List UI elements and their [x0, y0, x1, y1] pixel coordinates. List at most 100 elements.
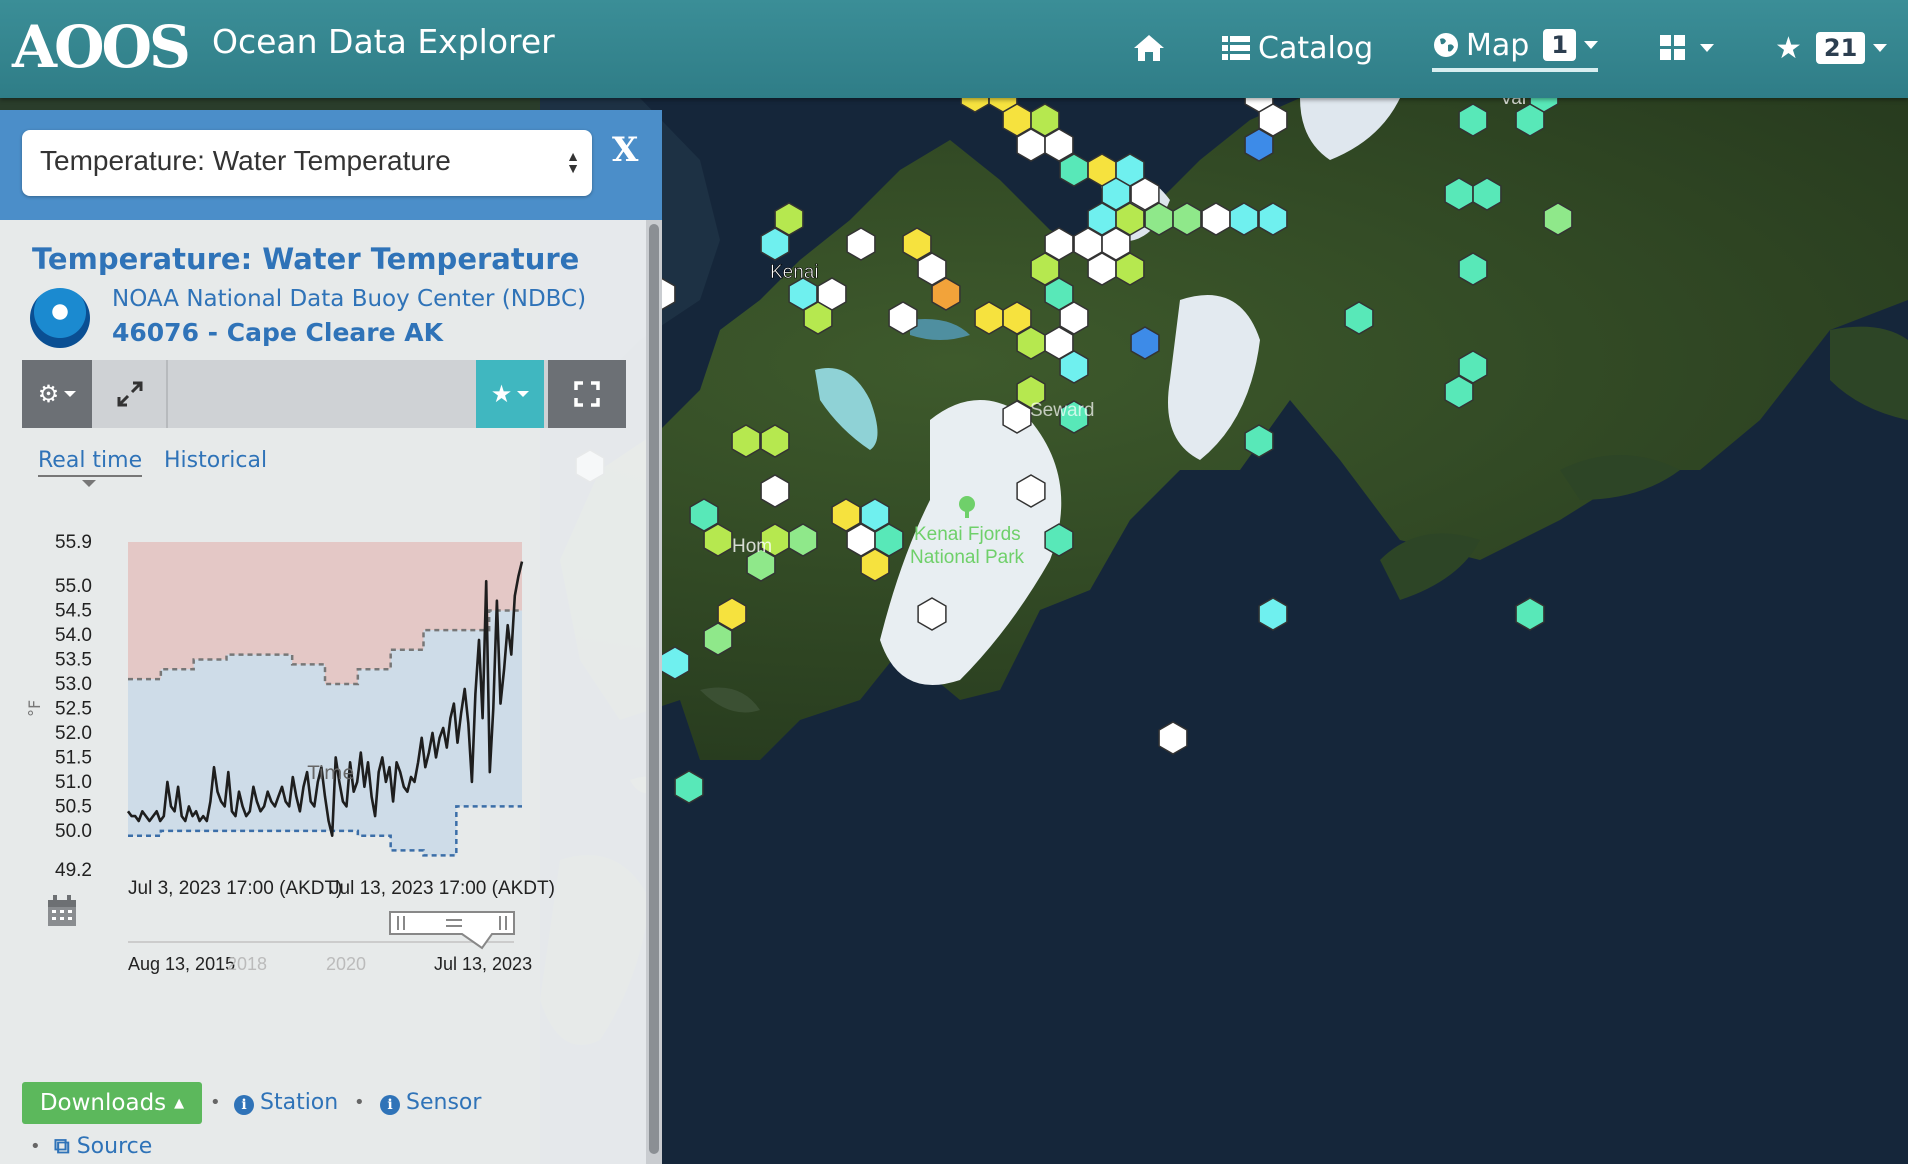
panel-header: Temperature: Water Temperature ▲ ▼ X [0, 110, 662, 220]
provider-link[interactable]: NOAA National Data Buoy Center (NDBC) [112, 286, 586, 312]
nav-home[interactable] [1132, 24, 1166, 72]
close-panel-button[interactable]: X [612, 130, 638, 170]
station-marker[interactable] [1130, 326, 1160, 360]
station-marker[interactable] [760, 424, 790, 458]
panel-scrollbar[interactable] [646, 220, 662, 1164]
y-tick-label: 50.0 [55, 821, 92, 842]
separator-dot: • [210, 1092, 221, 1113]
source-link[interactable]: ⧉ Source [54, 1134, 152, 1159]
aoos-logo[interactable]: AOOS [12, 12, 191, 82]
station-marker[interactable] [760, 227, 790, 261]
station-marker[interactable] [1002, 400, 1032, 434]
station-info-link[interactable]: i Station [234, 1090, 338, 1115]
station-marker[interactable] [931, 277, 961, 311]
station-marker[interactable] [660, 646, 690, 680]
gear-icon: ⚙ [37, 380, 60, 408]
separator-dot: • [354, 1092, 365, 1113]
station-marker[interactable] [1444, 375, 1474, 409]
station-marker[interactable] [1002, 301, 1032, 335]
station-marker[interactable] [1087, 252, 1117, 286]
noaa-logo [30, 288, 90, 348]
station-marker[interactable] [1543, 202, 1573, 236]
station-marker[interactable] [1016, 128, 1046, 162]
chevron-down-icon [1873, 44, 1888, 52]
grid-icon [1660, 35, 1685, 60]
station-marker[interactable] [1244, 424, 1274, 458]
temperature-chart[interactable]: 55.955.054.554.053.553.052.552.051.551.0… [22, 502, 632, 1132]
expand-icon [117, 381, 143, 407]
station-marker[interactable] [731, 424, 761, 458]
y-axis-label: °F [25, 700, 44, 717]
station-marker[interactable] [860, 548, 890, 582]
station-marker[interactable] [1472, 177, 1502, 211]
x-tick-label: Jul 3, 2023 17:00 (AKDT) [128, 878, 342, 899]
station-marker[interactable] [1229, 202, 1259, 236]
list-icon [1222, 36, 1250, 60]
station-marker[interactable] [1059, 153, 1089, 187]
source-link-label: Source [76, 1134, 153, 1159]
station-marker[interactable] [1144, 202, 1174, 236]
station-marker[interactable] [888, 301, 918, 335]
range-tick-2020: 2020 [326, 954, 366, 974]
calendar-icon[interactable] [48, 895, 76, 926]
station-marker[interactable] [1258, 597, 1288, 631]
favorite-button[interactable]: ★ [476, 360, 544, 428]
station-marker[interactable] [1258, 202, 1288, 236]
station-marker[interactable] [1016, 474, 1046, 508]
sensor-info-link[interactable]: i Sensor [380, 1090, 481, 1115]
station-marker[interactable] [1044, 523, 1074, 557]
station-marker[interactable] [1515, 597, 1545, 631]
station-marker[interactable] [760, 474, 790, 508]
station-marker[interactable] [1344, 301, 1374, 335]
y-tick-label: 52.0 [55, 723, 92, 744]
station-marker[interactable] [1115, 252, 1145, 286]
station-marker[interactable] [788, 523, 818, 557]
station-name[interactable]: 46076 - Cape Cleare AK [112, 318, 443, 347]
info-icon: i [234, 1095, 254, 1115]
y-tick-label: 55.9 [55, 532, 92, 553]
station-marker[interactable] [1158, 721, 1188, 755]
station-marker[interactable] [1458, 103, 1488, 137]
station-marker[interactable] [1458, 252, 1488, 286]
station-marker[interactable] [1059, 350, 1089, 384]
external-link-icon: ⧉ [54, 1134, 70, 1159]
station-marker[interactable] [703, 622, 733, 656]
range-start-label: Aug 13, 2015 [128, 954, 235, 974]
parameter-title: Temperature: Water Temperature [32, 242, 580, 276]
station-marker[interactable] [1244, 128, 1274, 162]
nav-map[interactable]: Map 1 [1432, 24, 1599, 72]
station-marker[interactable] [917, 597, 947, 631]
station-marker[interactable] [1444, 177, 1474, 211]
station-marker[interactable] [803, 301, 833, 335]
station-marker[interactable] [1172, 202, 1202, 236]
fullscreen-button[interactable] [548, 360, 626, 428]
map-label-kenai: Kenai [770, 262, 819, 283]
station-marker[interactable] [703, 523, 733, 557]
station-marker[interactable] [674, 770, 704, 804]
station-marker[interactable] [1201, 202, 1231, 236]
y-tick-label: 50.5 [55, 796, 92, 817]
time-range-selector[interactable] [128, 911, 515, 950]
expand-button[interactable] [94, 360, 168, 428]
tab-realtime[interactable]: Real time [38, 448, 143, 487]
select-arrows-icon: ▲ ▼ [566, 148, 580, 176]
map-label-seward: Seward [1030, 400, 1094, 421]
parameter-select[interactable]: Temperature: Water Temperature ▲ ▼ [22, 130, 592, 196]
nav-catalog[interactable]: Catalog [1222, 24, 1373, 72]
chevron-down-icon [64, 391, 77, 397]
nav-catalog-label: Catalog [1258, 30, 1374, 66]
station-marker[interactable] [974, 301, 1004, 335]
settings-button[interactable]: ⚙ [22, 360, 92, 428]
station-detail-panel: Temperature: Water Temperature ▲ ▼ X Temp… [0, 110, 662, 1164]
tab-historical[interactable]: Historical [164, 448, 267, 473]
map-label-park-2: National Park [910, 547, 1025, 568]
map-count-badge: 1 [1543, 29, 1577, 61]
chart-toolbar: ⚙ ★ [22, 360, 626, 428]
map-label-val: Val [1500, 98, 1526, 109]
station-marker[interactable] [846, 227, 876, 261]
downloads-button[interactable]: Downloads ▲ [22, 1082, 202, 1124]
y-tick-label: 53.5 [55, 649, 92, 670]
sensor-link-label: Sensor [406, 1090, 482, 1115]
nav-layout-menu[interactable] [1660, 24, 1714, 72]
nav-favorites[interactable]: ★ 21 [1775, 24, 1888, 72]
